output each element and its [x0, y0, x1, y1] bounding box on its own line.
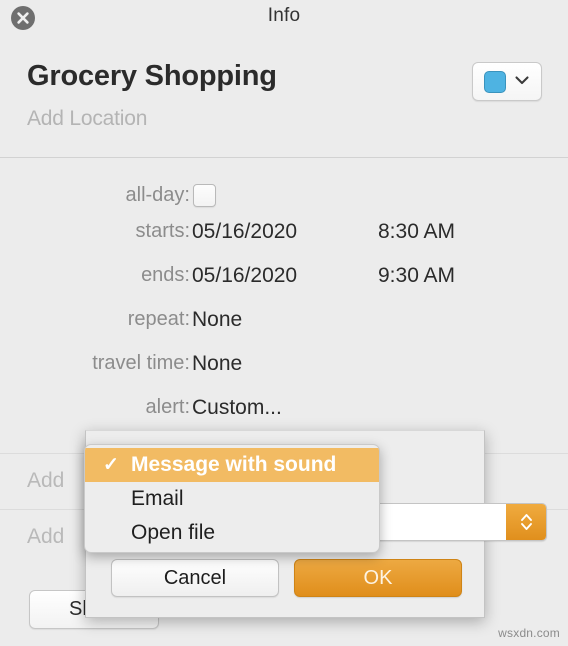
title-bar: Info [0, 0, 568, 45]
form-row-repeat: repeat: None [0, 308, 568, 352]
menu-item-message-with-sound[interactable]: ✓ Message with sound [85, 448, 379, 482]
location-field[interactable]: Add Location [27, 107, 147, 131]
repeat-value[interactable]: None [192, 308, 242, 332]
menu-item-label: Open file [131, 521, 216, 544]
form-row-travel-time: travel time: None [0, 352, 568, 396]
cancel-button[interactable]: Cancel [111, 559, 279, 597]
travel-time-value[interactable]: None [192, 352, 242, 376]
color-swatch-icon [484, 70, 506, 93]
chevron-down-icon [514, 73, 530, 91]
alert-type-popup-menu: ✓ Message with sound Email Open file [84, 444, 380, 553]
menu-item-label: Email [131, 487, 184, 510]
page-title: Grocery Shopping [27, 60, 277, 92]
stepper-up-down-icon[interactable] [506, 504, 546, 540]
window-title: Info [267, 5, 301, 26]
alert-value[interactable]: Custom... [192, 396, 282, 420]
add-notes-label: Add [27, 525, 65, 548]
form-row-starts: starts: 05/16/2020 8:30 AM [0, 220, 568, 264]
info-window: Info Grocery Shopping Add Location all-d… [0, 0, 568, 646]
travel-time-label: travel time: [92, 352, 190, 374]
all-day-checkbox[interactable] [193, 184, 216, 207]
starts-date-field[interactable]: 05/16/2020 [192, 220, 297, 244]
ends-label: ends: [141, 264, 190, 286]
add-invitees-label: Add [27, 469, 65, 492]
menu-item-email[interactable]: Email [85, 482, 379, 516]
starts-label: starts: [135, 220, 190, 242]
event-header: Grocery Shopping Add Location [0, 45, 568, 157]
form-row-ends: ends: 05/16/2020 9:30 AM [0, 264, 568, 308]
starts-time-field[interactable]: 8:30 AM [378, 220, 455, 244]
checkmark-icon: ✓ [103, 454, 119, 476]
repeat-label: repeat: [127, 308, 190, 330]
menu-item-label: Message with sound [131, 453, 337, 476]
alert-label: alert: [145, 396, 190, 418]
menu-item-open-file[interactable]: Open file [85, 516, 379, 550]
watermark: wsxdn.com [498, 626, 560, 640]
ends-time-field[interactable]: 9:30 AM [378, 264, 455, 288]
header-divider [0, 157, 568, 158]
all-day-label: all-day: [125, 184, 190, 206]
calendar-color-button[interactable] [472, 62, 542, 101]
ok-button[interactable]: OK [294, 559, 462, 597]
ends-date-field[interactable]: 05/16/2020 [192, 264, 297, 288]
